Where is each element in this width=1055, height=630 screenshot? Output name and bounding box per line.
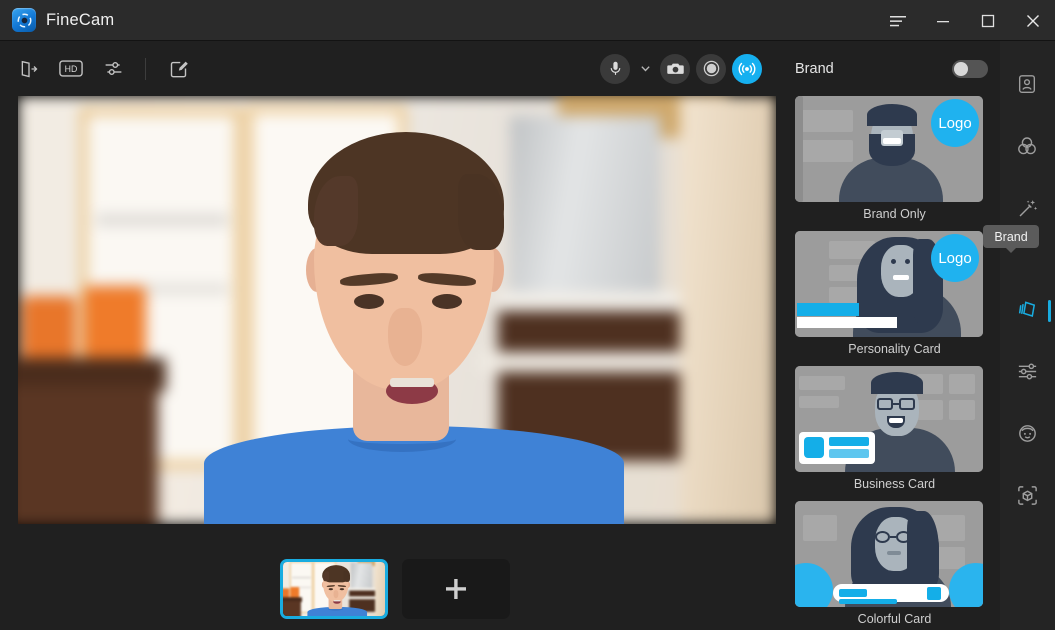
rail-ar[interactable] xyxy=(1007,475,1047,515)
record-circle-icon[interactable] xyxy=(696,53,726,84)
hamburger-menu-icon[interactable] xyxy=(875,0,920,41)
brand-card-preview xyxy=(795,501,983,607)
toggle-knob xyxy=(954,61,968,76)
brand-card-preview: Logo xyxy=(795,96,983,202)
rail-beautify[interactable] xyxy=(1007,188,1047,228)
main-video-preview[interactable] xyxy=(18,96,776,524)
brand-card-label: Personality Card xyxy=(848,342,941,356)
brand-card-list: Logo Brand Only Logo Personality Card Bu… xyxy=(789,96,1000,626)
source-thumbnail-1[interactable] xyxy=(279,559,388,619)
video-scene xyxy=(18,96,776,524)
plus-icon xyxy=(445,579,466,599)
minimize-icon[interactable] xyxy=(920,0,965,41)
brand-panel: Brand Logo Brand Only Logo Personality C… xyxy=(789,41,1000,630)
chevron-down-icon[interactable] xyxy=(636,55,654,83)
maximize-icon[interactable] xyxy=(965,0,1010,41)
rail-active-indicator xyxy=(1048,300,1051,322)
brand-tooltip: Brand xyxy=(983,225,1039,248)
window-controls xyxy=(875,0,1055,41)
finecam-window: FineCam HD Brand Logo Brand Only Logo Pe… xyxy=(0,0,1055,630)
brand-enable-toggle[interactable] xyxy=(952,59,988,78)
source-thumbnail-preview xyxy=(282,562,385,616)
toolbar-divider xyxy=(145,57,146,80)
rail-portrait[interactable] xyxy=(1007,64,1047,104)
rail-effects[interactable] xyxy=(1007,126,1047,166)
toolbar-center-group xyxy=(600,41,762,96)
person-frame-icon xyxy=(1018,75,1036,93)
finecam-logo-icon xyxy=(12,8,36,32)
brand-panel-title: Brand xyxy=(795,60,834,77)
magic-wand-icon xyxy=(1019,199,1037,216)
camera-icon[interactable] xyxy=(660,53,690,84)
title-bar: FineCam xyxy=(0,0,1055,41)
sliders-icon[interactable] xyxy=(98,54,128,84)
rail-avatar[interactable] xyxy=(1007,413,1047,453)
rail-brand[interactable] xyxy=(1007,289,1047,329)
logo-badge: Logo xyxy=(931,234,979,282)
cube-scan-icon xyxy=(1017,485,1037,505)
sliders-icon xyxy=(1018,362,1036,380)
rail-adjust[interactable] xyxy=(1007,351,1047,391)
microphone-icon[interactable] xyxy=(600,53,630,84)
close-icon[interactable] xyxy=(1010,0,1055,41)
source-thumbnail-strip xyxy=(0,548,789,630)
brand-layers-icon xyxy=(1018,300,1035,317)
broadcast-icon[interactable] xyxy=(732,53,762,84)
brand-card-brand-only[interactable]: Logo Brand Only xyxy=(795,96,994,221)
brand-card-business-card[interactable]: Business Card xyxy=(795,366,994,491)
brand-card-label: Colorful Card xyxy=(857,612,932,626)
three-circles-icon xyxy=(1018,137,1036,155)
brand-card-personality-card[interactable]: Logo Personality Card xyxy=(795,231,994,356)
toolbar-left-group: HD xyxy=(14,41,193,96)
add-source-button[interactable] xyxy=(401,559,510,619)
door-exit-icon[interactable] xyxy=(14,54,44,84)
logo-badge: Logo xyxy=(931,99,979,147)
video-stage xyxy=(0,96,789,630)
brand-card-preview xyxy=(795,366,983,472)
brand-card-colorful-card[interactable]: Colorful Card xyxy=(795,501,994,626)
brand-card-preview: Logo xyxy=(795,231,983,337)
hd-badge-icon[interactable]: HD xyxy=(56,54,86,84)
app-title: FineCam xyxy=(46,10,115,29)
note-pen-icon[interactable] xyxy=(163,54,193,84)
brand-card-label: Brand Only xyxy=(863,207,926,221)
svg-text:HD: HD xyxy=(65,64,78,74)
face-icon xyxy=(1018,424,1036,442)
right-rail: Brand xyxy=(983,41,1055,630)
brand-card-label: Business Card xyxy=(853,477,936,491)
brand-panel-header: Brand xyxy=(789,41,1000,96)
